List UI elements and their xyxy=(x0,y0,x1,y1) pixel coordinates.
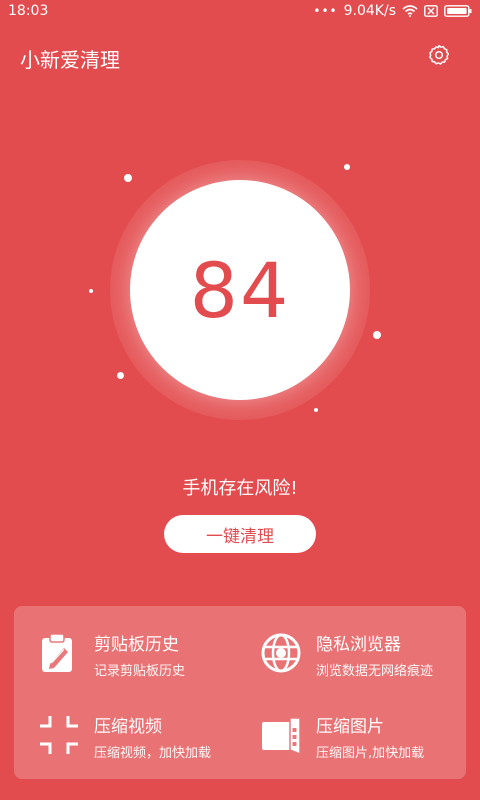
decor-dot xyxy=(373,331,381,339)
battery-icon xyxy=(444,5,472,17)
features-panel: 剪贴板历史 记录剪贴板历史 隐私浏览器 浏览数据无网络痕迹 压缩视频 压缩视频， xyxy=(14,606,466,779)
feature-title: 隐私浏览器 xyxy=(316,635,401,655)
feature-subtitle: 压缩图片,加快加载 xyxy=(316,746,425,761)
score-value: 84 xyxy=(189,245,291,335)
feature-subtitle: 记录剪贴板历史 xyxy=(94,664,186,679)
feature-title: 压缩视频 xyxy=(94,717,162,737)
sim-disabled-icon xyxy=(424,5,438,17)
risk-message: 手机存在风险! xyxy=(182,478,298,499)
compress-video-icon xyxy=(38,714,80,756)
score-circle: 84 xyxy=(130,180,350,400)
header: 小新爱清理 xyxy=(0,36,480,76)
feature-compress-video[interactable]: 压缩视频 压缩视频，加快加载 xyxy=(38,710,248,770)
notification-dots: ••• xyxy=(313,4,338,18)
settings-button[interactable] xyxy=(428,44,450,66)
feature-title: 压缩图片 xyxy=(316,717,384,737)
wifi-icon xyxy=(402,5,418,17)
clipboard-icon xyxy=(38,632,80,674)
browser-globe-icon xyxy=(260,632,302,674)
app-title: 小新爱清理 xyxy=(20,48,120,72)
feature-private-browser[interactable]: 隐私浏览器 浏览数据无网络痕迹 xyxy=(260,628,470,688)
decor-dot xyxy=(344,164,350,170)
decor-dot xyxy=(314,408,318,412)
status-time: 18:03 xyxy=(8,3,49,19)
one-click-clean-button[interactable]: 一键清理 xyxy=(164,515,316,553)
network-speed: 9.04K/s xyxy=(343,3,396,19)
feature-subtitle: 压缩视频，加快加载 xyxy=(94,746,212,761)
status-right: ••• 9.04K/s xyxy=(313,3,472,19)
feature-compress-image[interactable]: 压缩图片 压缩图片,加快加载 xyxy=(260,710,470,770)
decor-dot xyxy=(89,289,93,293)
feature-title: 剪贴板历史 xyxy=(94,635,179,655)
decor-dot xyxy=(117,372,124,379)
decor-dot xyxy=(124,174,132,182)
feature-clipboard-history[interactable]: 剪贴板历史 记录剪贴板历史 xyxy=(38,628,248,688)
score-gauge: 84 xyxy=(110,160,370,420)
compress-image-icon xyxy=(260,714,302,756)
feature-subtitle: 浏览数据无网络痕迹 xyxy=(316,664,434,679)
status-bar: 18:03 ••• 9.04K/s xyxy=(0,0,480,24)
gear-icon xyxy=(429,44,450,65)
